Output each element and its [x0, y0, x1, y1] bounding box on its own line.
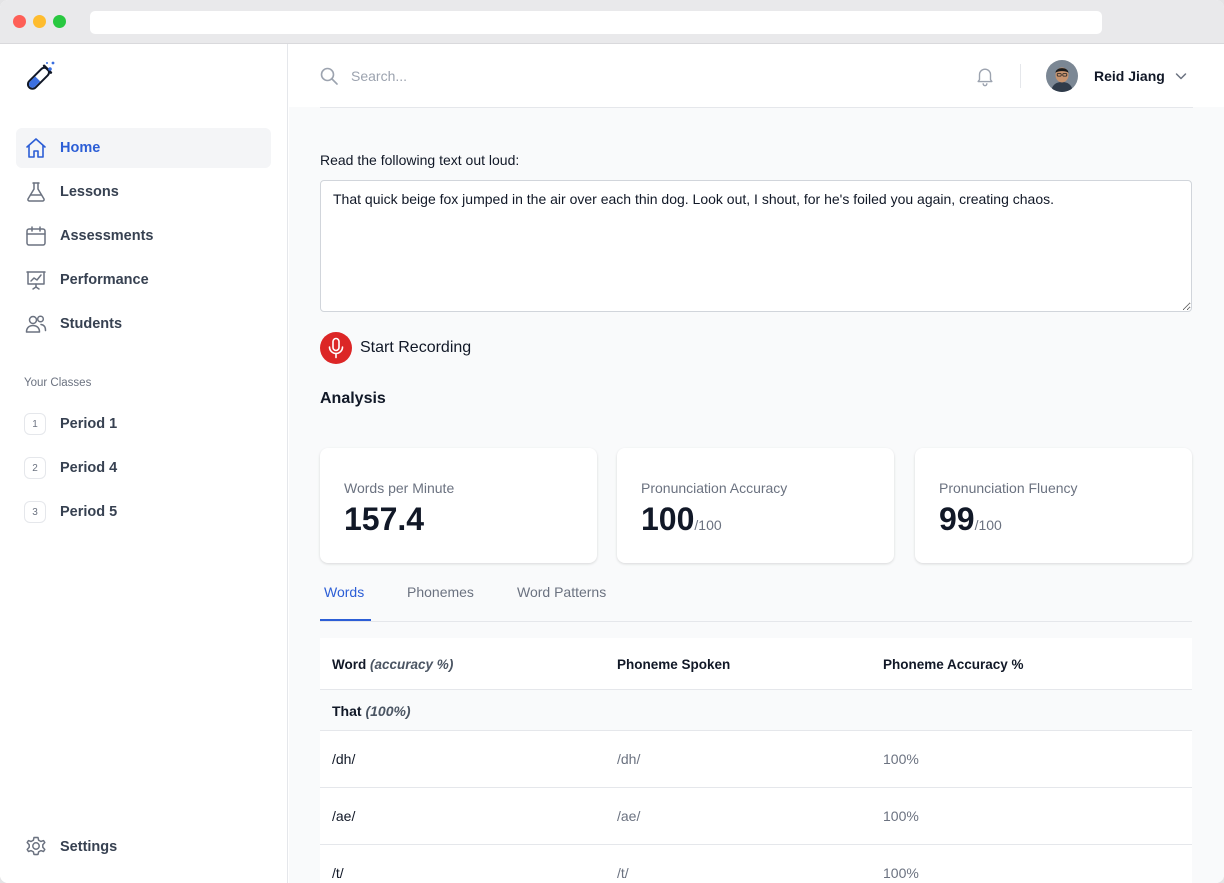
stat-label: Pronunciation Fluency [939, 480, 1078, 496]
users-icon [25, 315, 47, 333]
phoneme-accuracy-cell: 100% [883, 865, 919, 881]
sidebar-item-label: Period 4 [60, 460, 118, 476]
start-recording-label[interactable]: Start Recording [360, 339, 471, 357]
sidebar-item-label: Performance [60, 272, 149, 288]
table-row[interactable]: /t/ /t/ 100% [320, 845, 1192, 883]
column-header-word: Word (accuracy %) [332, 657, 454, 672]
column-header-phoneme-spoken: Phoneme Spoken [617, 657, 731, 672]
maximize-window-button[interactable] [53, 15, 66, 28]
presentation-chart-icon [26, 271, 46, 290]
address-bar[interactable] [90, 11, 1102, 34]
sidebar-item-assessments[interactable]: Assessments [16, 216, 271, 256]
test-tube-logo-icon[interactable] [22, 58, 58, 94]
phoneme-spoken-cell: /t/ [617, 865, 629, 881]
sidebar-item-period-4[interactable]: 2 Period 4 [16, 448, 271, 488]
sidebar-item-label: Students [60, 316, 123, 332]
sidebar-item-label: Assessments [60, 228, 154, 244]
record-button[interactable] [320, 332, 352, 364]
header-divider-line [320, 107, 1193, 108]
stat-card-wpm: Words per Minute 157.4 [320, 448, 597, 563]
app-window: Home Lessons Assessments Performance Stu… [0, 0, 1224, 883]
sidebar-item-students[interactable]: Students [16, 304, 271, 344]
tab-word-patterns[interactable]: Word Patterns [517, 584, 606, 600]
class-number-badge: 1 [24, 413, 46, 435]
passage-textarea[interactable]: That quick beige fox jumped in the air o… [320, 180, 1192, 312]
home-icon [26, 138, 46, 158]
class-number-badge: 2 [24, 457, 46, 479]
top-bar: Reid Jiang [289, 44, 1224, 107]
analysis-heading: Analysis [320, 390, 386, 407]
column-header-phoneme-accuracy: Phoneme Accuracy % [883, 657, 1024, 672]
stat-value: 100/100 [641, 501, 722, 537]
phoneme-accuracy-cell: 100% [883, 808, 919, 824]
tab-phonemes[interactable]: Phonemes [407, 584, 474, 600]
phoneme-spoken-cell: /dh/ [617, 751, 641, 767]
phoneme-accuracy-cell: 100% [883, 751, 919, 767]
tab-words[interactable]: Words [324, 584, 364, 600]
browser-titlebar [0, 0, 1224, 44]
class-number-badge: 3 [24, 501, 46, 523]
avatar[interactable] [1046, 60, 1078, 92]
reading-prompt: Read the following text out loud: [320, 152, 520, 168]
phoneme-table: Word (accuracy %) Phoneme Spoken Phoneme… [320, 638, 1192, 883]
table-row[interactable]: /dh/ /dh/ 100% [320, 731, 1192, 788]
sidebar-item-label: Home [60, 140, 101, 156]
phoneme-spoken-cell: /ae/ [617, 808, 641, 824]
gear-icon [26, 836, 46, 856]
stat-unit: /100 [974, 517, 1002, 533]
word-group-row[interactable]: That (100%) [320, 690, 1192, 731]
sidebar-item-performance[interactable]: Performance [16, 260, 271, 300]
stat-card-fluency: Pronunciation Fluency 99/100 [915, 448, 1192, 563]
stat-value: 157.4 [344, 501, 425, 537]
search-icon [320, 67, 338, 85]
sidebar: Home Lessons Assessments Performance Stu… [0, 44, 288, 883]
sidebar-item-label: Settings [60, 839, 118, 855]
word-cell: That (100%) [332, 703, 411, 719]
tabs-divider [320, 621, 1192, 622]
sidebar-item-label: Lessons [60, 184, 119, 200]
phoneme-cell: /dh/ [332, 751, 356, 767]
stat-label: Pronunciation Accuracy [641, 480, 788, 496]
stat-value: 99/100 [939, 501, 1002, 537]
header-divider [1020, 64, 1021, 88]
table-row[interactable]: /ae/ /ae/ 100% [320, 788, 1192, 845]
user-name[interactable]: Reid Jiang [1094, 68, 1165, 84]
close-window-button[interactable] [13, 15, 26, 28]
sidebar-item-lessons[interactable]: Lessons [16, 172, 271, 212]
active-tab-indicator [320, 619, 371, 621]
beaker-icon [27, 182, 45, 202]
your-classes-heading: Your Classes [24, 377, 92, 389]
sidebar-item-period-1[interactable]: 1 Period 1 [16, 404, 271, 444]
microphone-icon [328, 337, 344, 359]
sidebar-item-settings[interactable]: Settings [16, 827, 271, 867]
search-input[interactable] [351, 64, 751, 88]
sidebar-item-home[interactable]: Home [16, 128, 271, 168]
sidebar-item-label: Period 1 [60, 416, 118, 432]
stat-unit: /100 [694, 517, 722, 533]
calendar-icon [26, 226, 46, 246]
sidebar-item-label: Period 5 [60, 504, 118, 520]
phoneme-cell: /ae/ [332, 808, 356, 824]
phoneme-cell: /t/ [332, 865, 344, 881]
stat-card-accuracy: Pronunciation Accuracy 100/100 [617, 448, 894, 563]
table-header: Word (accuracy %) Phoneme Spoken Phoneme… [320, 638, 1192, 690]
stat-label: Words per Minute [344, 480, 455, 496]
minimize-window-button[interactable] [33, 15, 46, 28]
main-content: Reid Jiang Read the following text out l… [289, 44, 1224, 883]
bell-icon[interactable] [974, 65, 996, 87]
sidebar-item-period-5[interactable]: 3 Period 5 [16, 492, 271, 532]
chevron-down-icon[interactable] [1173, 68, 1189, 84]
